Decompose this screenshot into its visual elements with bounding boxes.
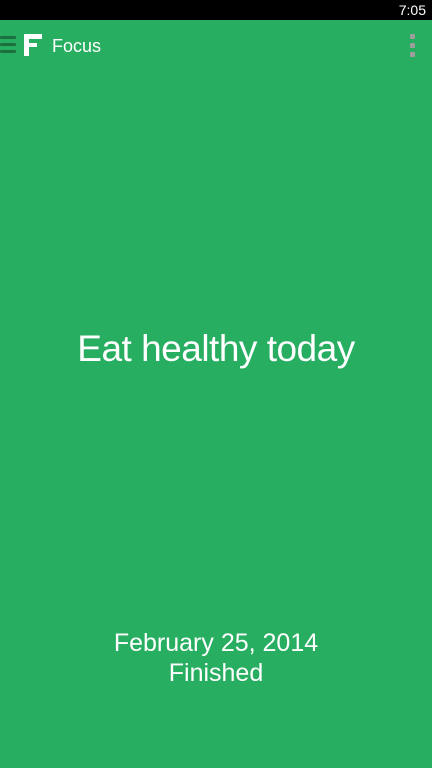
goal-status: Finished [168,659,264,687]
app-title[interactable]: Focus [52,35,101,57]
status-time: 7:05 [398,2,426,18]
goal-date: February 25, 2014 [113,629,319,657]
status-bar: 7:05 [0,0,432,20]
action-bar: Focus [0,20,432,72]
goal-text: Eat healthy today [77,328,355,369]
focus-logo-icon[interactable] [24,34,42,56]
f-logo-svg [24,34,42,56]
overflow-menu-icon[interactable] [410,34,416,58]
hamburger-menu-icon[interactable] [0,36,16,54]
